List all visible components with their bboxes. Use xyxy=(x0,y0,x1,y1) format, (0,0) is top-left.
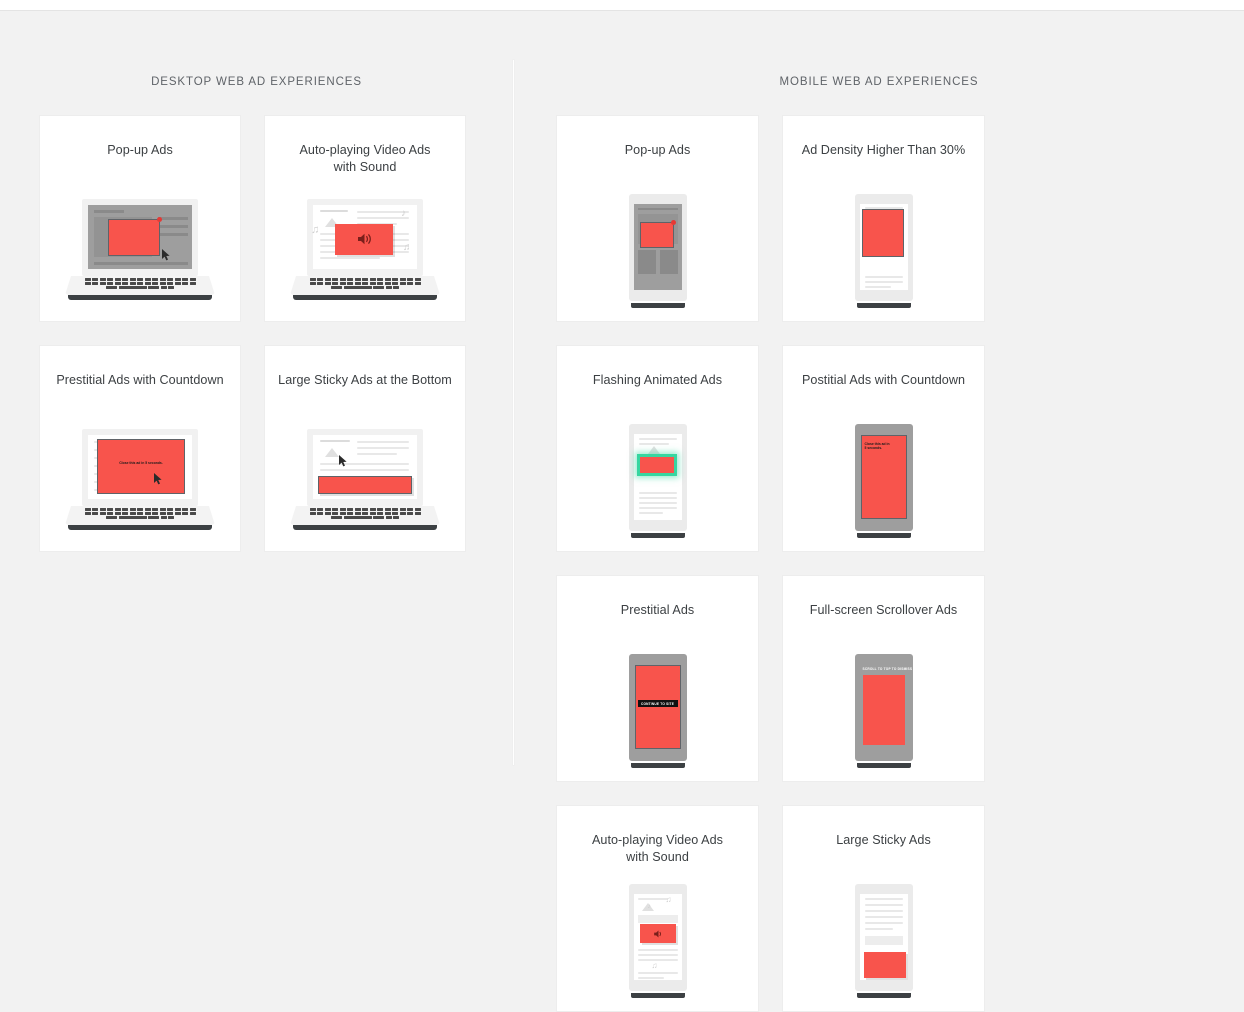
card-title: Prestitial Ads with Countdown xyxy=(56,373,224,387)
browser-top-strip xyxy=(0,0,1244,11)
illustration-phone-prestitial: CONTINUE TO SITE xyxy=(557,641,758,781)
music-note-icon: ♪ xyxy=(401,208,406,219)
cursor-icon xyxy=(162,249,170,261)
illustration-phone-video: ♫ ♪ ♫ xyxy=(557,871,758,1011)
card-title: Pop-up Ads xyxy=(107,143,173,157)
mobile-card-grid: Pop-up Ads Ad Density Higher Than 30% Fl… xyxy=(514,115,1202,1012)
music-note-icon: ♫ xyxy=(403,242,411,253)
illustration-phone-popup xyxy=(557,181,758,321)
card-mobile-postitial-countdown-ads[interactable]: Postitial Ads with Countdown Close this … xyxy=(782,345,985,552)
illustration-laptop-sticky xyxy=(265,411,465,551)
card-title: Postitial Ads with Countdown xyxy=(801,373,966,387)
speaker-icon xyxy=(653,930,661,938)
illustration-phone-flashing xyxy=(557,411,758,551)
illustration-phone-postitial: Close this ad in 5 seconds. xyxy=(783,411,984,551)
card-mobile-popup-ads[interactable]: Pop-up Ads xyxy=(556,115,759,322)
card-title: Pop-up Ads xyxy=(624,143,691,157)
desktop-section: DESKTOP WEB AD EXPERIENCES Pop-up Ads Au… xyxy=(0,12,513,552)
card-title: Large Sticky Ads at the Bottom xyxy=(278,373,452,387)
card-title: Large Sticky Ads xyxy=(836,833,931,847)
card-mobile-prestitial-ads[interactable]: Prestitial Ads CONTINUE TO SITE xyxy=(556,575,759,782)
card-title: Ad Density Higher Than 30% xyxy=(801,143,966,157)
illustration-phone-sticky xyxy=(783,871,984,1011)
card-desktop-prestitial-countdown-ads[interactable]: Prestitial Ads with Countdown Close this… xyxy=(39,345,241,552)
music-note-icon: ♪ xyxy=(647,903,652,910)
countdown-text: Close this ad in 5 seconds. xyxy=(864,442,890,451)
illustration-phone-density xyxy=(783,181,984,321)
card-title: Full-screen Scrollover Ads xyxy=(809,603,958,617)
illustration-laptop-prestitial: Close this ad in 5 seconds. xyxy=(40,411,240,551)
scroll-dismiss-label: SCROLL TO TOP TO DISMISS xyxy=(862,667,913,671)
card-title: Auto-playing Video Ads with Sound xyxy=(591,833,724,864)
card-title: Auto-playing Video Ads with Sound xyxy=(299,143,431,174)
card-title: Prestitial Ads xyxy=(620,603,695,617)
music-note-icon: ♫ xyxy=(651,961,658,970)
music-note-icon: ♫ xyxy=(311,224,320,236)
mobile-section-heading: MOBILE WEB AD EXPERIENCES xyxy=(779,76,979,88)
card-mobile-large-sticky-ads[interactable]: Large Sticky Ads xyxy=(782,805,985,1012)
card-mobile-flashing-animated-ads[interactable]: Flashing Animated Ads xyxy=(556,345,759,552)
countdown-text: Close this ad in 5 seconds. xyxy=(119,461,163,465)
card-desktop-large-sticky-ads[interactable]: Large Sticky Ads at the Bottom xyxy=(264,345,466,552)
music-note-icon: ♫ xyxy=(665,895,672,904)
page-content: DESKTOP WEB AD EXPERIENCES Pop-up Ads Au… xyxy=(0,12,1244,1012)
card-mobile-ad-density[interactable]: Ad Density Higher Than 30% xyxy=(782,115,985,322)
mobile-section: MOBILE WEB AD EXPERIENCES Pop-up Ads Ad … xyxy=(514,12,1244,1012)
continue-to-site-button[interactable]: CONTINUE TO SITE xyxy=(637,700,678,707)
cursor-icon xyxy=(154,473,162,485)
card-mobile-autoplay-video-ads[interactable]: Auto-playing Video Ads with Sound ♫ ♪ ♫ xyxy=(556,805,759,1012)
card-mobile-scrollover-ads[interactable]: Full-screen Scrollover Ads SCROLL TO TOP… xyxy=(782,575,985,782)
card-title: Flashing Animated Ads xyxy=(592,373,723,387)
desktop-section-heading: DESKTOP WEB AD EXPERIENCES xyxy=(151,76,362,88)
cursor-icon xyxy=(339,455,347,467)
desktop-card-grid: Pop-up Ads Auto-playing Video Ads with S… xyxy=(0,115,474,552)
card-desktop-popup-ads[interactable]: Pop-up Ads xyxy=(39,115,241,322)
speaker-icon xyxy=(358,233,371,245)
illustration-laptop-popup xyxy=(40,181,240,321)
continue-to-site-label: CONTINUE TO SITE xyxy=(640,701,675,706)
illustration-phone-scrollover: SCROLL TO TOP TO DISMISS xyxy=(783,641,984,781)
illustration-laptop-video: ♫ ♪ ♫ xyxy=(265,181,465,321)
card-desktop-autoplay-video-ads[interactable]: Auto-playing Video Ads with Sound ♫ ♪ ♫ xyxy=(264,115,466,322)
